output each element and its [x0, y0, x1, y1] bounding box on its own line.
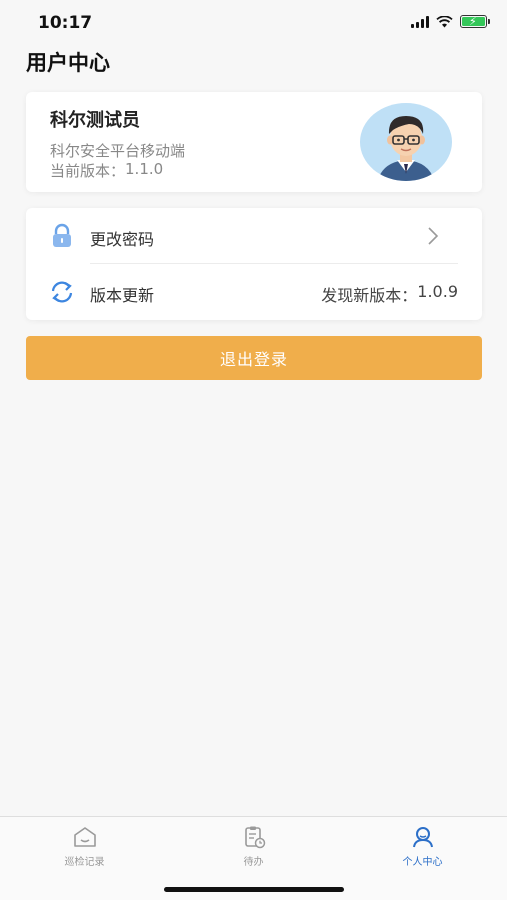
tab-label: 个人中心 [402, 857, 443, 868]
settings-card: 更改密码 版本更新 发现新版本： 1.0.9 [26, 208, 482, 320]
status-icons: ⚡ [411, 15, 490, 28]
new-version-info: 发现新版本： 1.0.9 [321, 282, 458, 306]
profile-name: 科尔测试员 [50, 110, 140, 131]
lock-icon [53, 223, 71, 247]
battery-charging-icon: ⚡ [460, 15, 490, 28]
logout-button[interactable]: 退出登录 [26, 336, 482, 380]
profile-card: 科尔测试员 科尔安全平台移动端 当前版本： 1.1.0 [26, 92, 482, 192]
version-value: 1.1.0 [125, 160, 164, 178]
version-update-row[interactable]: 版本更新 发现新版本： 1.0.9 [26, 264, 482, 320]
tab-label: 待办 [243, 857, 264, 868]
tab-bar: 巡检记录 待办 个人中心 [0, 816, 507, 900]
version-update-label: 版本更新 [90, 286, 155, 305]
user-center-screen: 10:17 ⚡ 用户中心 科尔测试员 科尔安全平台移动端 当前版本： 1.1.0 [0, 0, 507, 900]
profile-org: 科尔安全平台移动端 [50, 142, 186, 160]
inspection-record-icon [73, 827, 96, 847]
new-version-value: 1.0.9 [417, 282, 458, 301]
avatar [359, 102, 453, 182]
profile-version: 当前版本： 1.1.0 [50, 160, 163, 181]
user-avatar-illustration [360, 103, 452, 181]
new-version-label: 发现新版本： [321, 286, 418, 305]
cellular-signal-icon [411, 15, 429, 28]
tab-todo[interactable]: 待办 [169, 817, 338, 873]
tab-inspection-records[interactable]: 巡检记录 [0, 817, 169, 873]
change-password-row[interactable]: 更改密码 [26, 208, 482, 264]
person-icon [412, 827, 433, 848]
page-title: 用户中心 [26, 51, 110, 75]
tab-label: 巡检记录 [64, 857, 105, 868]
refresh-icon [51, 281, 73, 303]
wifi-icon [436, 15, 453, 27]
todo-clipboard-icon [244, 826, 265, 849]
tab-personal-center[interactable]: 个人中心 [338, 817, 507, 873]
home-indicator [164, 887, 344, 892]
status-bar: 10:17 ⚡ [0, 0, 507, 44]
change-password-label: 更改密码 [90, 230, 155, 249]
version-label: 当前版本： [50, 162, 126, 180]
chevron-right-icon [428, 227, 439, 245]
status-time: 10:17 [38, 13, 93, 33]
